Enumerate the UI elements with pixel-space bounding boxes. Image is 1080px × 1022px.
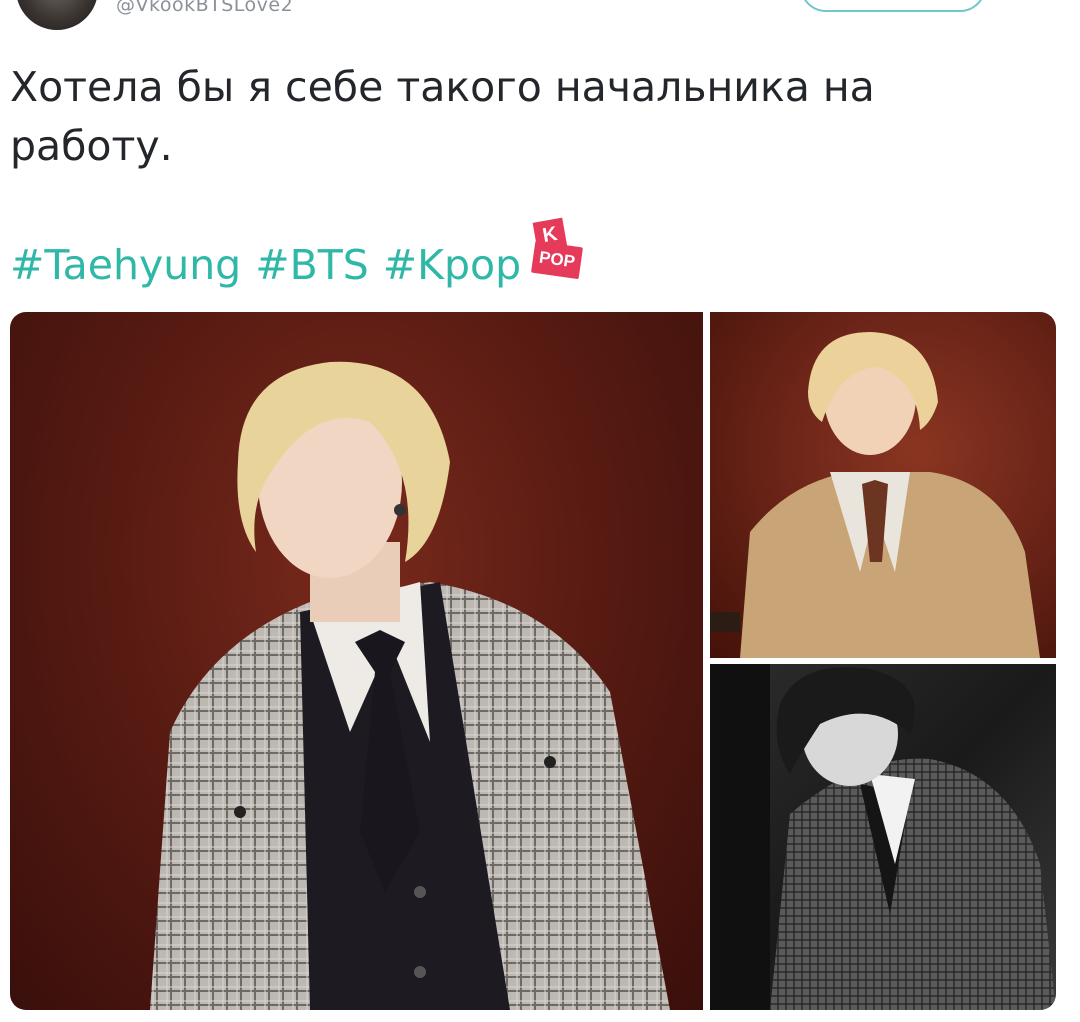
- media-grid: [10, 312, 1056, 1010]
- hashtag-row: #Taehyung #BTS #Kpop K POP: [10, 217, 585, 290]
- photo-bottom-right[interactable]: [710, 664, 1056, 1010]
- kpop-logo-pop: POP: [531, 240, 584, 280]
- follow-button[interactable]: [800, 0, 986, 12]
- photo-top-figure: [710, 332, 1040, 658]
- photo-top-right[interactable]: [710, 312, 1056, 658]
- tweet-text: Хотела бы я себе такого начальника на ра…: [10, 63, 875, 170]
- hashtag-bts[interactable]: #BTS: [255, 240, 369, 290]
- photo-main[interactable]: [10, 312, 703, 1010]
- user-handle[interactable]: @VkookBTSLove2: [116, 0, 293, 16]
- kpop-logo: K POP: [529, 217, 585, 282]
- hashtag-kpop[interactable]: #Kpop: [383, 240, 521, 290]
- avatar[interactable]: [16, 0, 98, 30]
- hashtag-taehyung[interactable]: #Taehyung: [10, 240, 241, 290]
- photo-main-figure: [150, 361, 670, 1010]
- photo-bottom-figure: [710, 664, 1056, 1010]
